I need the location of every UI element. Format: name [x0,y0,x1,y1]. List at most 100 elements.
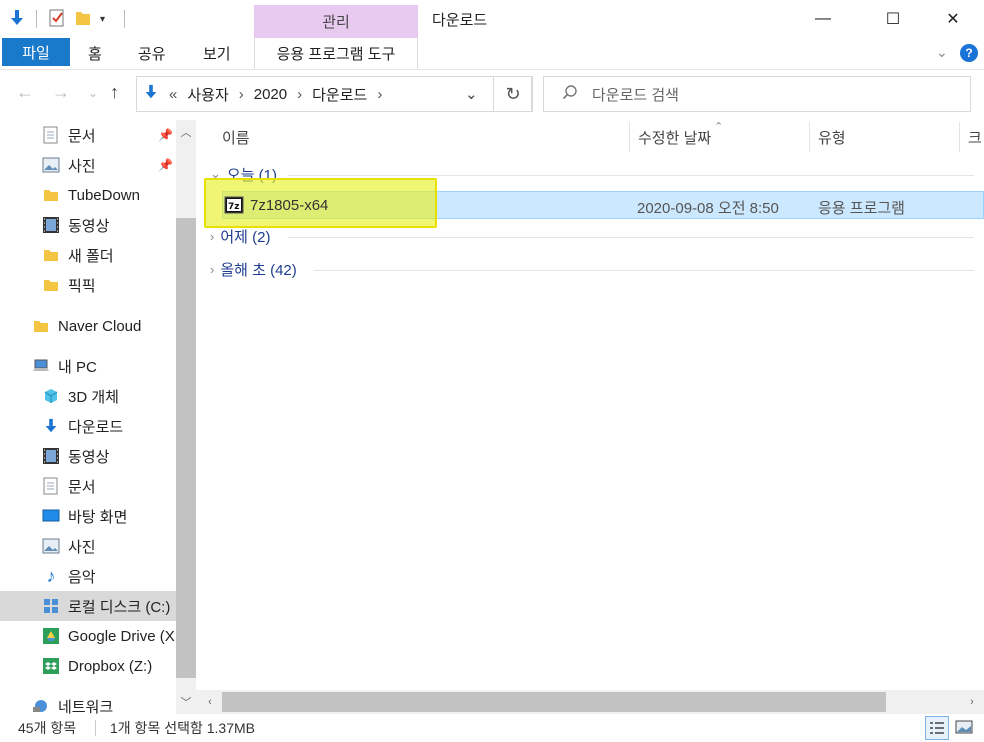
nav-item-music[interactable]: ♪ 음악 [42,561,96,591]
properties-icon[interactable] [48,9,66,30]
contextual-tab-manage[interactable]: 관리 [254,5,418,38]
scroll-left-icon[interactable]: ‹ [200,692,220,712]
file-name[interactable]: 7z1805-x64 [250,197,328,214]
breadcrumb-separator-icon: › [297,85,303,103]
nav-item-this-pc[interactable]: 내 PC [32,351,97,381]
address-dropdown-icon[interactable]: ⌄ [465,85,478,103]
column-header-type[interactable]: 유형 [818,120,846,154]
selection-info: 1개 항목 선택함 1.37MB [110,720,255,736]
nav-item-pictures-pc[interactable]: 사진 [42,531,96,561]
item-count: 45개 항목 [18,720,77,736]
large-icons-view-button[interactable] [952,716,976,740]
file-type: 응용 프로그램 [818,200,905,217]
column-header-name[interactable]: 이름 [222,120,250,154]
status-bar: 45개 항목 1개 항목 선택함 1.37MB [0,714,984,742]
pictures-icon [42,156,60,174]
desktop-icon [42,507,60,525]
pin-icon[interactable]: 📌 [158,128,173,142]
tab-app-tools[interactable]: 응용 프로그램 도구 [254,38,418,69]
network-icon [32,697,50,714]
tab-file[interactable]: 파일 [2,38,70,66]
column-header-date[interactable]: 수정한 날짜 [638,120,711,154]
chevron-right-icon: › [210,261,215,277]
nav-item-google-drive[interactable]: Google Drive (X [42,621,175,651]
back-arrow-icon[interactable]: ← [16,82,34,103]
nav-item-picpick[interactable]: 픽픽 [42,270,96,300]
nav-item-documents-pc[interactable]: 문서 [42,471,96,501]
recent-locations-icon[interactable]: ⌄ [88,86,98,100]
window-title: 다운로드 [432,12,488,29]
help-icon[interactable]: ? [960,44,978,62]
column-header-size[interactable]: 크 [968,120,982,154]
up-arrow-icon[interactable]: ↑ [110,82,119,103]
nav-item-naver-cloud[interactable]: Naver Cloud [32,311,141,341]
close-button[interactable]: ✕ [930,0,976,38]
tab-share[interactable]: 공유 [138,43,166,64]
nav-item-videos-pc[interactable]: 동영상 [42,441,109,471]
7zip-installer-icon: 7z [224,196,244,217]
nav-item-documents[interactable]: 문서 [42,120,96,150]
group-earlier-this-year[interactable]: › 올해 초 (42) [210,257,297,281]
folder-icon [42,276,60,294]
chevron-right-icon: › [210,228,215,244]
tab-view[interactable]: 보기 [203,43,231,64]
tab-home[interactable]: 홈 [88,43,102,64]
title-bar: ▾ 관리 다운로드 — ☐ ✕ [0,0,984,38]
scroll-right-icon[interactable]: › [962,692,982,712]
nav-item-tubedown[interactable]: TubeDown [42,180,140,210]
folder-icon [42,246,60,264]
search-placeholder: 다운로드 검색 [592,86,679,104]
breadcrumb-downloads[interactable]: 다운로드 [312,84,367,105]
nav-item-videos[interactable]: 동영상 [42,210,109,240]
navigation-row: ← → ⌄ ↑ « 사용자 › 2020 › 다운로드 › ⌄ ↻ 다운로드 검… [0,70,984,120]
search-input[interactable]: 다운로드 검색 [543,76,971,112]
nav-item-3d-objects[interactable]: 3D 개체 [42,381,119,411]
ribbon-tabs: 파일 홈 공유 보기 응용 프로그램 도구 ⌄ ? [0,38,984,70]
minimize-button[interactable]: — [800,0,846,38]
downloads-arrow-icon[interactable] [8,9,26,30]
breadcrumb-overflow[interactable]: « [169,86,177,103]
nav-scroll-thumb[interactable] [176,218,196,678]
file-date: 2020-09-08 오전 8:50 [637,200,779,217]
breadcrumb-separator-icon: › [238,85,244,103]
google-drive-icon [42,627,60,645]
maximize-button[interactable]: ☐ [870,0,916,38]
svg-text:7z: 7z [228,202,240,212]
downloads-icon [143,84,159,104]
document-icon [42,126,60,144]
address-bar[interactable]: « 사용자 › 2020 › 다운로드 › ⌄ [136,76,532,112]
nav-item-dropbox[interactable]: Dropbox (Z:) [42,651,152,681]
forward-arrow-icon[interactable]: → [52,82,70,103]
folder-icon [32,317,50,335]
breadcrumb-2020[interactable]: 2020 [254,86,287,103]
scroll-up-icon[interactable]: ︿ [176,122,196,142]
expand-ribbon-icon[interactable]: ⌄ [936,44,948,61]
refresh-icon: ↻ [505,83,521,104]
new-folder-icon[interactable] [74,9,92,30]
folder-icon [42,186,60,204]
drive-icon [42,597,60,615]
breadcrumb-separator-icon: › [377,85,383,103]
nav-item-pictures[interactable]: 사진 [42,150,96,180]
navigation-pane: 문서 📌 사진 📌 TubeDown 동영상 새 폴더 픽픽 Naver Clo… [0,120,196,714]
dropbox-icon [42,657,60,675]
video-icon [42,216,60,234]
computer-icon [32,357,50,375]
nav-item-desktop[interactable]: 바탕 화면 [42,501,127,531]
refresh-button[interactable]: ↻ [493,76,533,112]
customize-toolbar-icon[interactable]: ▾ [100,14,105,25]
video-icon [42,447,60,465]
details-view-button[interactable] [925,716,949,740]
nav-item-new-folder[interactable]: 새 폴더 [42,240,114,270]
breadcrumb-users[interactable]: 사용자 [187,84,228,105]
nav-item-downloads[interactable]: 다운로드 [42,411,123,441]
horizontal-scroll-thumb[interactable] [222,692,886,712]
music-icon: ♪ [46,565,56,586]
search-icon [562,84,578,104]
nav-item-local-disk[interactable]: 로컬 디스크 (C:) [0,591,176,621]
scroll-down-icon[interactable]: ﹀ [176,692,196,712]
quick-access-toolbar [8,8,26,30]
pin-icon[interactable]: 📌 [158,158,173,172]
pictures-icon [42,537,60,555]
nav-item-network[interactable]: 네트워크 [32,691,113,714]
